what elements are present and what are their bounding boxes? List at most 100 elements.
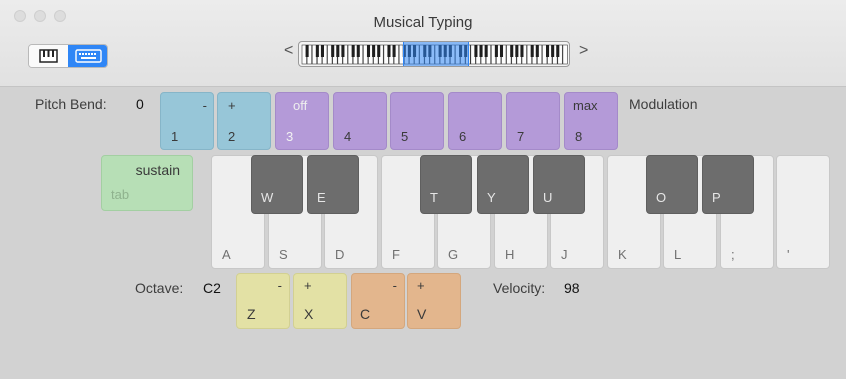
key-label: S bbox=[279, 247, 288, 262]
octave-label: Octave: bbox=[135, 280, 184, 296]
mini-black-key bbox=[377, 45, 381, 57]
pad-label: max bbox=[573, 98, 598, 113]
mini-black-key bbox=[530, 45, 534, 57]
pad-key-label: C bbox=[360, 306, 371, 322]
pad-sign: + bbox=[417, 278, 425, 293]
pitch-bend-value: 0 bbox=[136, 96, 144, 112]
key-label: Y bbox=[487, 190, 496, 205]
pad-key-label: X bbox=[304, 306, 314, 322]
sustain-key[interactable]: sustain tab bbox=[101, 155, 193, 211]
piano-key-p[interactable]: P bbox=[702, 155, 754, 214]
mini-black-key bbox=[341, 45, 345, 57]
computer-keyboard-icon bbox=[75, 49, 102, 63]
piano-key-t[interactable]: T bbox=[420, 155, 472, 214]
keyboard-range-overview[interactable] bbox=[298, 41, 570, 67]
mini-black-key bbox=[520, 45, 524, 57]
pad-key-label: 6 bbox=[459, 129, 467, 144]
musical-typing-window: Musical Typing < > Pitch Bend: 0 - 1 + 2… bbox=[0, 0, 846, 379]
pad-key-label: 3 bbox=[286, 129, 294, 144]
key-label: W bbox=[261, 190, 274, 205]
piano-keys-icon bbox=[39, 49, 58, 63]
mini-black-key bbox=[479, 45, 483, 57]
key-label: O bbox=[656, 190, 667, 205]
velocity-label: Velocity: bbox=[493, 280, 546, 296]
pad-label: off bbox=[293, 98, 308, 113]
key-label: H bbox=[505, 247, 515, 262]
modulation-level-7-key[interactable]: 7 bbox=[506, 92, 560, 150]
modulation-max-key[interactable]: max 8 bbox=[564, 92, 618, 150]
mini-black-key bbox=[336, 45, 340, 57]
velocity-down-key[interactable]: - C bbox=[351, 273, 405, 329]
octave-up-key[interactable]: + X bbox=[293, 273, 347, 329]
key-label: A bbox=[222, 247, 231, 262]
piano-view-button[interactable] bbox=[29, 45, 69, 67]
mini-black-key bbox=[474, 45, 478, 57]
key-label: L bbox=[674, 247, 682, 262]
pad-sign: - bbox=[202, 98, 207, 113]
modulation-level-4-key[interactable]: 4 bbox=[333, 92, 387, 150]
velocity-value: 98 bbox=[564, 280, 580, 296]
key-label: ' bbox=[787, 247, 790, 262]
modulation-label: Modulation bbox=[629, 96, 698, 112]
modulation-level-5-key[interactable]: 5 bbox=[390, 92, 444, 150]
key-label: U bbox=[543, 190, 553, 205]
keyboard-range-next-arrow[interactable]: > bbox=[579, 42, 588, 60]
mini-black-key bbox=[331, 45, 335, 57]
pitch-bend-down-key[interactable]: - 1 bbox=[160, 92, 214, 150]
mini-white-key bbox=[562, 44, 568, 65]
piano-key-o[interactable]: O bbox=[646, 155, 698, 214]
pad-sign: + bbox=[304, 278, 312, 293]
sustain-key-label: tab bbox=[111, 187, 130, 202]
visible-range-selector[interactable] bbox=[403, 42, 469, 66]
window-title: Musical Typing bbox=[373, 14, 473, 31]
piano-key-w[interactable]: W bbox=[251, 155, 303, 214]
mini-black-key bbox=[392, 45, 396, 57]
piano-key-u[interactable]: U bbox=[533, 155, 585, 214]
mini-black-key bbox=[372, 45, 376, 57]
velocity-up-key[interactable]: + V bbox=[407, 273, 461, 329]
pad-key-label: 2 bbox=[228, 129, 236, 144]
pad-key-label: 1 bbox=[171, 129, 179, 144]
key-label: K bbox=[618, 247, 627, 262]
mini-black-key bbox=[320, 45, 324, 57]
modulation-level-6-key[interactable]: 6 bbox=[448, 92, 502, 150]
key-label: F bbox=[392, 247, 400, 262]
mini-black-key bbox=[546, 45, 550, 57]
keyboard-view-button[interactable] bbox=[68, 45, 107, 67]
modulation-off-key[interactable]: off 3 bbox=[275, 92, 329, 150]
mini-black-key bbox=[387, 45, 391, 57]
pad-key-label: 5 bbox=[401, 129, 409, 144]
pad-key-label: V bbox=[417, 306, 427, 322]
pad-sign: + bbox=[228, 98, 236, 113]
mini-black-key bbox=[510, 45, 514, 57]
mini-black-key bbox=[305, 45, 309, 57]
pad-key-label: 4 bbox=[344, 129, 352, 144]
piano-key-e[interactable]: E bbox=[307, 155, 359, 214]
pad-sign: - bbox=[277, 278, 282, 293]
pitch-bend-label: Pitch Bend: bbox=[35, 96, 107, 112]
key-label: G bbox=[448, 247, 459, 262]
key-label: T bbox=[430, 190, 438, 205]
pad-key-label: 8 bbox=[575, 129, 583, 144]
key-label: P bbox=[712, 190, 721, 205]
mini-black-key bbox=[556, 45, 560, 57]
key-label: ; bbox=[731, 247, 735, 262]
keyboard-range-prev-arrow[interactable]: < bbox=[284, 42, 293, 60]
pad-sign: - bbox=[392, 278, 397, 293]
mini-black-key bbox=[494, 45, 498, 57]
mini-black-key bbox=[499, 45, 504, 57]
mini-black-key bbox=[351, 45, 355, 57]
view-mode-segmented-control bbox=[28, 44, 108, 68]
mini-black-key bbox=[535, 45, 539, 57]
title-bar: Musical Typing < > bbox=[0, 0, 846, 87]
mini-black-key bbox=[366, 45, 371, 57]
octave-down-key[interactable]: - Z bbox=[236, 273, 290, 329]
pitch-bend-up-key[interactable]: + 2 bbox=[217, 92, 271, 150]
mini-black-key bbox=[315, 45, 319, 57]
pad-key-label: Z bbox=[247, 306, 256, 322]
pad-key-label: 7 bbox=[517, 129, 525, 144]
piano-key-y[interactable]: Y bbox=[477, 155, 529, 214]
piano-key-quote[interactable]: ' bbox=[776, 155, 830, 269]
mini-black-key bbox=[356, 45, 360, 57]
mini-black-key bbox=[551, 45, 555, 57]
